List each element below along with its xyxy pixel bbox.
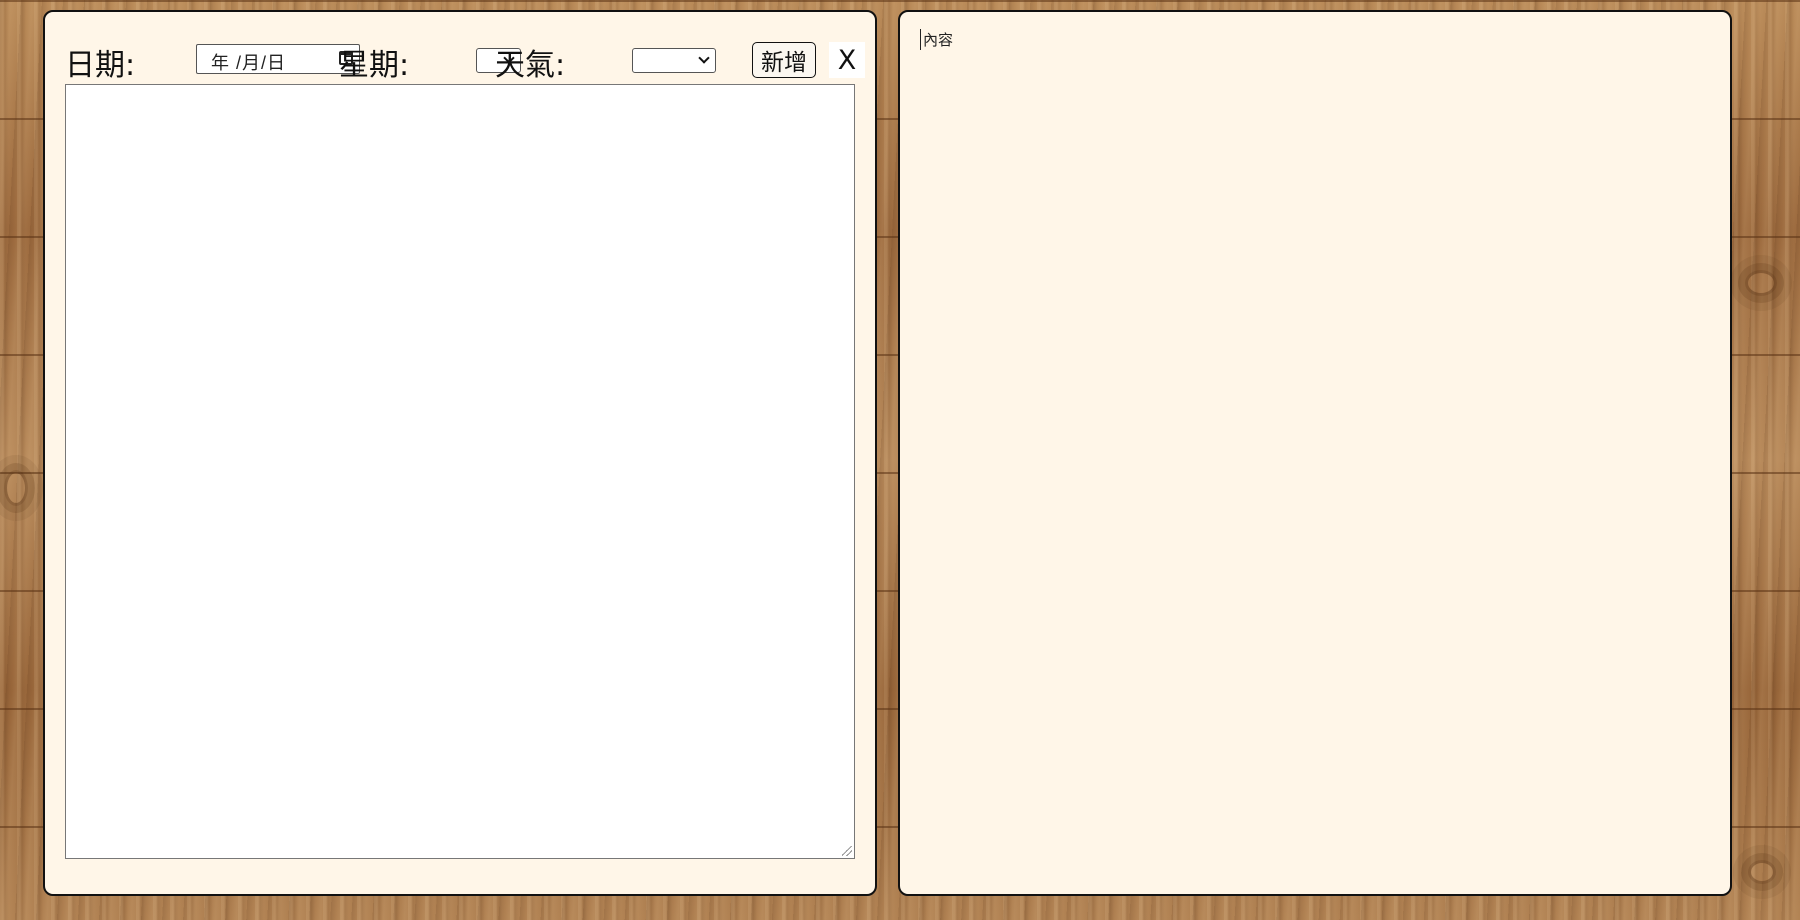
chevron-down-icon	[698, 52, 710, 64]
close-button[interactable]: X	[829, 42, 865, 78]
diary-form-toolbar: 日期: 年 /月/日 星期: 天氣: 新增 X	[65, 30, 865, 87]
wood-knot	[4, 470, 28, 506]
diary-preview-panel: 內容	[898, 10, 1732, 896]
resize-grip-icon[interactable]	[842, 846, 852, 856]
content-label: 內容	[920, 29, 953, 50]
wood-knot	[1748, 860, 1776, 884]
date-input[interactable]: 年 /月/日	[196, 44, 360, 74]
weekday-label: 星期:	[339, 48, 410, 83]
date-label: 日期:	[65, 48, 136, 83]
date-placeholder: 年 /月/日	[211, 53, 287, 73]
weather-label: 天氣:	[495, 48, 566, 83]
diary-content-textarea[interactable]	[65, 84, 855, 859]
add-button[interactable]: 新增	[752, 42, 816, 78]
diary-editor-panel: 日期: 年 /月/日 星期: 天氣: 新增 X	[43, 10, 877, 896]
wood-knot	[1745, 270, 1777, 296]
weather-select[interactable]	[632, 48, 716, 73]
